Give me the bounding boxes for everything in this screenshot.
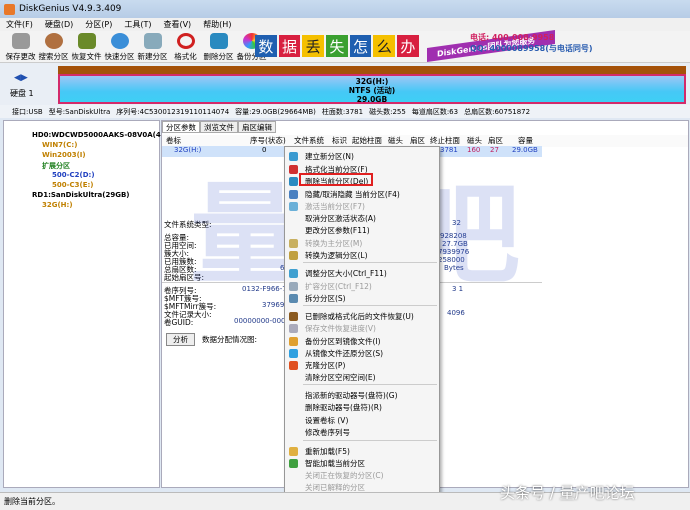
- recover-files-button[interactable]: 恢复文件: [70, 31, 103, 62]
- app-logo-icon: [4, 3, 15, 15]
- menu-view[interactable]: 查看(V): [163, 19, 191, 30]
- context-menu-item[interactable]: 建立新分区(N): [305, 151, 354, 162]
- context-menu-item: 激活当前分区(F7): [305, 202, 365, 211]
- disk-tree: HD0:WDCWD5000AAKS-08V0A(466GB) WIN7(C:) …: [3, 120, 185, 488]
- menu-item-icon: [289, 269, 298, 278]
- menu-item-icon: [289, 202, 298, 211]
- trash-icon: [209, 33, 228, 49]
- menu-item-icon: [289, 349, 298, 358]
- menu-separator: [303, 384, 437, 385]
- menu-item-icon: [289, 337, 298, 346]
- menu-item-icon: [289, 282, 298, 291]
- disk-map: ◀▶ 硬盘 1 32G(H:) NTFS (活动) 29.0GB: [0, 63, 690, 105]
- context-menu-item[interactable]: 删除驱动器号(盘符)(R): [305, 402, 382, 413]
- search-partition-button[interactable]: 搜索分区: [37, 31, 70, 62]
- save-button[interactable]: 保存更改: [4, 31, 37, 62]
- context-menu-item[interactable]: 从镜像文件还原分区(S): [305, 348, 383, 359]
- context-menu-item[interactable]: 指派新的驱动器号(盘符)(G): [305, 390, 398, 401]
- context-menu-item[interactable]: 设置卷标 (V): [305, 415, 348, 426]
- title-bar: DiskGenius V4.9.3.409: [0, 0, 690, 18]
- banner-char: 失: [326, 35, 348, 57]
- context-menu-item[interactable]: 更改分区参数(F11): [305, 225, 370, 236]
- tree-partition[interactable]: 500-C2(D:): [52, 171, 95, 179]
- menu-item-icon: [289, 447, 298, 456]
- context-menu-item[interactable]: 取消分区激活状态(A): [305, 213, 376, 224]
- recover-icon: [77, 33, 96, 49]
- disk-label: 硬盘 1: [10, 89, 34, 98]
- context-menu-item: 转换为主分区(M): [305, 239, 363, 248]
- tree-partition[interactable]: WIN7(C:): [42, 141, 77, 149]
- menu-item-icon: [289, 361, 298, 370]
- tab-partition-params[interactable]: 分区参数: [162, 121, 200, 133]
- menu-separator: [303, 305, 437, 306]
- banner-char: 丢: [302, 35, 325, 57]
- banner-char: 数: [255, 35, 277, 57]
- context-menu-item[interactable]: 修改卷序列号: [305, 427, 350, 438]
- disk-unallocated-bar: [58, 66, 686, 74]
- context-menu-item[interactable]: 备份分区到镜像文件(I): [305, 336, 381, 347]
- tree-disk-rd1[interactable]: RD1:SanDiskUltra(29GB): [32, 191, 129, 199]
- menu-tools[interactable]: 工具(T): [124, 19, 151, 30]
- menu-item-icon: [289, 294, 298, 303]
- new-partition-icon: [143, 33, 162, 49]
- banner-char: 据: [278, 35, 301, 57]
- menu-item-icon: [289, 152, 298, 161]
- search-icon: [44, 33, 63, 49]
- tree-extended[interactable]: 扩展分区: [42, 161, 70, 171]
- menu-disk[interactable]: 硬盘(D): [45, 19, 73, 30]
- save-icon: [11, 33, 30, 49]
- context-menu-item[interactable]: 调整分区大小(Ctrl_F11): [305, 268, 387, 279]
- delete-partition-button[interactable]: 删除分区: [202, 31, 235, 62]
- menu-item-icon: [289, 190, 298, 199]
- highlight-box: [299, 173, 373, 186]
- nav-arrows-icon[interactable]: ◀▶: [14, 73, 28, 83]
- menu-separator: [303, 262, 437, 263]
- format-icon: [176, 33, 195, 49]
- context-menu-item[interactable]: 清除分区空闲空间(E): [305, 372, 376, 383]
- menu-item-icon: [289, 324, 298, 333]
- menu-item-icon: [289, 459, 298, 468]
- context-menu: 建立新分区(N) 格式化当前分区(F) 删除当前分区(Del) 隐藏/取消隐藏 当前分…: [284, 146, 440, 509]
- context-menu-item: 关闭正在恢复的分区(C): [305, 471, 384, 480]
- menu-bar: 文件(F) 硬盘(D) 分区(P) 工具(T) 查看(V) 帮助(H): [0, 18, 690, 31]
- context-menu-item: 扩容分区(Ctrl_F12): [305, 282, 372, 291]
- menu-item-icon: [289, 177, 298, 186]
- menu-item-icon: [289, 239, 298, 248]
- context-menu-item[interactable]: 智能加载当前分区: [305, 458, 365, 469]
- banner-char: 么: [373, 35, 396, 57]
- tab-sector-edit[interactable]: 扇区编辑: [238, 121, 276, 133]
- tree-partition[interactable]: 500-C3(E:): [52, 181, 94, 189]
- fs-type-label: 文件系统类型:: [164, 220, 212, 229]
- tree-partition-selected[interactable]: 32G(H:): [42, 201, 73, 209]
- context-menu-item[interactable]: 隐藏/取消隐藏 当前分区(F4): [305, 189, 400, 200]
- window-title: DiskGenius V4.9.3.409: [19, 4, 122, 14]
- context-menu-item[interactable]: 已删除或格式化后的文件恢复(U): [305, 311, 414, 322]
- quick-partition-icon: [110, 33, 129, 49]
- watermark: 头条号 / 量产吧论坛: [500, 484, 635, 502]
- context-menu-item: 保存文件恢复进度(V): [305, 324, 376, 333]
- banner-contact: 电话: 400-008-9958 QQ: 4000089958(与电话同号): [470, 33, 593, 53]
- banner-char: 办: [397, 35, 419, 57]
- disk-info-line: 接口:USB 型号:SanDiskUltra 序列号:4C5300123191101…: [0, 105, 690, 118]
- menu-item-icon: [289, 251, 298, 260]
- analyze-button[interactable]: 分析: [166, 333, 195, 346]
- context-menu-item[interactable]: 拆分分区(S): [305, 293, 346, 304]
- quick-partition-button[interactable]: 快速分区: [103, 31, 136, 62]
- menu-separator: [303, 440, 437, 441]
- menu-item-icon: [289, 165, 298, 174]
- new-partition-button[interactable]: 新建分区: [136, 31, 169, 62]
- menu-item-icon: [289, 312, 298, 321]
- data-distribution-label: 数据分配情况图:: [202, 335, 258, 344]
- format-button[interactable]: 格式化: [169, 31, 202, 62]
- menu-partition[interactable]: 分区(P): [85, 19, 112, 30]
- banner-char: 怎: [349, 35, 372, 57]
- menu-help[interactable]: 帮助(H): [203, 19, 231, 30]
- tree-partition[interactable]: Win2003(I): [42, 151, 86, 159]
- partition-block[interactable]: 32G(H:) NTFS (活动) 29.0GB: [58, 74, 686, 104]
- context-menu-item[interactable]: 重新加载(F5): [305, 446, 350, 457]
- context-menu-item[interactable]: 转换为逻辑分区(L): [305, 250, 368, 261]
- tab-browse-files[interactable]: 浏览文件: [200, 121, 238, 133]
- context-menu-item[interactable]: 克隆分区(P): [305, 360, 345, 371]
- menu-file[interactable]: 文件(F): [6, 19, 33, 30]
